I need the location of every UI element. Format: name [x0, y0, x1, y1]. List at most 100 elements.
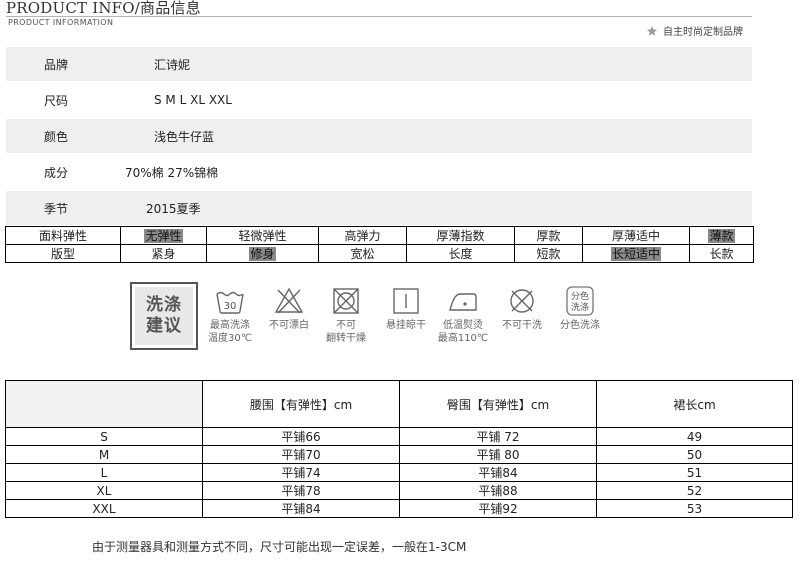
brand-slogan: 自主时尚定制品牌 [646, 23, 743, 38]
care-item-wash-separately: 分色 洗涤 分色洗涤 [550, 285, 610, 332]
attr-option: 修身 [206, 244, 319, 263]
page-subtitle: PRODUCT INFORMATION [8, 18, 114, 27]
info-label: 季节 [44, 201, 69, 216]
info-value: 70%棉 27%锦棉 [125, 165, 219, 180]
attribute-table: 面料弹性 无弹性 轻微弹性 高弹力 厚薄指数 厚款 厚薄适中 薄款 版型 紧身 … [5, 226, 754, 263]
care-label: 最高110℃ [437, 333, 489, 344]
attr-option: 短款 [514, 244, 583, 263]
care-label: 不可漂白 [269, 320, 309, 331]
hang-dry-icon [393, 288, 419, 314]
info-value: S M L XL XXL [154, 93, 232, 107]
info-label: 成分 [44, 165, 69, 180]
size-cell: XXL [5, 499, 203, 518]
size-header-cell: 臀围【有弹性】cm [399, 380, 597, 428]
no-tumble-dry-icon [333, 288, 359, 314]
info-row-season: 季节 2015夏季 [6, 191, 752, 225]
attr-label: 面料弹性 [5, 226, 121, 245]
care-item-wash-30: 30 最高洗涤 温度30℃ [200, 285, 260, 345]
size-cell: S [5, 427, 203, 446]
size-cell: XL [5, 481, 203, 500]
washing-advice-badge: 洗涤 建议 [130, 282, 198, 350]
care-item-iron-low: 低温熨烫 最高110℃ [433, 285, 493, 345]
size-cell: 平铺74 [202, 463, 400, 482]
attr-option: 轻微弹性 [206, 226, 319, 245]
attr-option: 厚薄适中 [582, 226, 690, 245]
wash-separately-badge-line1: 分色 [571, 290, 589, 302]
attr-option: 紧身 [120, 244, 207, 263]
info-row-color: 颜色 浅色牛仔蓝 [6, 119, 752, 153]
info-label: 品牌 [44, 57, 69, 72]
size-header-cell [5, 380, 203, 428]
size-cell: 平铺66 [202, 427, 400, 446]
iron-low-icon [449, 293, 477, 311]
size-cell: 51 [596, 463, 793, 482]
attr-option: 长短适中 [582, 244, 690, 263]
washing-advice-line2: 建议 [146, 316, 182, 336]
size-cell: 52 [596, 481, 793, 500]
info-row-material: 成分 70%棉 27%锦棉 [6, 155, 752, 189]
care-label: 低温熨烫 [443, 320, 483, 331]
info-value: 汇诗妮 [154, 57, 191, 72]
size-table: 腰围【有弹性】cm 臀围【有弹性】cm 裙长cm S 平铺66 平铺 72 49… [5, 380, 793, 518]
attr-row-elasticity: 面料弹性 无弹性 轻微弹性 高弹力 厚薄指数 厚款 厚薄适中 薄款 [5, 226, 754, 245]
size-header-cell: 裙长cm [596, 380, 793, 428]
size-cell: 49 [596, 427, 793, 446]
no-dry-clean-icon [510, 289, 534, 313]
size-table-header: 腰围【有弹性】cm 臀围【有弹性】cm 裙长cm [5, 380, 793, 428]
header-divider [6, 16, 752, 17]
size-cell: 平铺 80 [399, 445, 597, 464]
info-label: 尺码 [44, 93, 69, 108]
size-cell: L [5, 463, 203, 482]
attr-option: 厚薄指数 [406, 226, 515, 245]
care-label: 翻转干燥 [326, 333, 366, 344]
care-label: 分色洗涤 [560, 320, 600, 331]
care-label: 悬挂晾干 [386, 320, 426, 331]
wash-temp-label: 30 [224, 301, 237, 312]
care-item-no-tumble-dry: 不可 翻转干燥 [316, 285, 376, 345]
care-label: 最高洗涤 [210, 320, 250, 331]
size-cell: 平铺84 [399, 463, 597, 482]
info-label: 颜色 [44, 129, 69, 144]
info-value: 2015夏季 [146, 201, 201, 216]
size-cell: 平铺92 [399, 499, 597, 518]
attr-option: 长度 [406, 244, 515, 263]
care-item-hang-dry: 悬挂晾干 [376, 285, 436, 332]
info-value: 浅色牛仔蓝 [154, 129, 215, 144]
size-cell: 平铺84 [202, 499, 400, 518]
size-header-cell: 腰围【有弹性】cm [202, 380, 400, 428]
attr-label: 版型 [5, 244, 121, 263]
size-cell: 53 [596, 499, 793, 518]
size-cell: 平铺88 [399, 481, 597, 500]
care-label: 不可干洗 [502, 320, 542, 331]
table-row: XXL 平铺84 平铺92 53 [5, 499, 793, 518]
table-row: XL 平铺78 平铺88 52 [5, 481, 793, 500]
table-row: L 平铺74 平铺84 51 [5, 463, 793, 482]
attr-option: 厚款 [514, 226, 583, 245]
care-item-no-bleach: 不可漂白 [259, 285, 319, 332]
attr-option: 宽松 [318, 244, 407, 263]
attr-option-selected: 修身 [249, 247, 276, 261]
attr-option: 无弹性 [120, 226, 207, 245]
washing-advice-line1: 洗涤 [146, 295, 182, 315]
no-bleach-icon [274, 287, 304, 314]
size-cell: 平铺70 [202, 445, 400, 464]
info-row-brand: 品牌 汇诗妮 [6, 47, 752, 81]
attr-option-selected: 长短适中 [610, 247, 661, 261]
wash-separately-icon: 分色 洗涤 [566, 286, 594, 316]
wash-separately-badge-line2: 洗涤 [571, 301, 589, 313]
table-row: S 平铺66 平铺 72 49 [5, 427, 793, 446]
measurement-note: 由于测量器具和测量方式不同，尺寸可能出现一定误差，一般在1-3CM [92, 540, 467, 554]
info-row-size: 尺码 S M L XL XXL [6, 83, 752, 117]
attr-option-selected: 无弹性 [144, 229, 183, 243]
wash-30-icon: 30 [216, 291, 244, 314]
care-label: 温度30℃ [208, 333, 252, 344]
attr-option: 高弹力 [318, 226, 407, 245]
attr-row-fit: 版型 紧身 修身 宽松 长度 短款 长短适中 长款 [5, 244, 754, 263]
care-item-no-dry-clean: 不可干洗 [492, 285, 552, 332]
care-label: 不可 [336, 320, 356, 331]
attr-option: 长款 [689, 244, 754, 263]
size-cell: 平铺78 [202, 481, 400, 500]
brand-slogan-text: 自主时尚定制品牌 [663, 27, 743, 38]
attr-option: 薄款 [689, 226, 754, 245]
size-cell: 50 [596, 445, 793, 464]
